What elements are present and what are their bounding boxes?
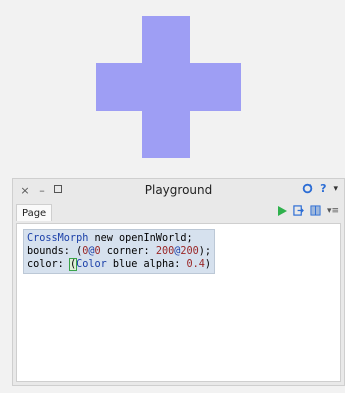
playground-window: × – Playground ? ▾ Page ▾≡ CrossMorph ne…: [12, 178, 345, 386]
code-editor[interactable]: CrossMorph new openInWorld; bounds: (0@0…: [16, 223, 341, 382]
window-menu-icon[interactable]: ▾: [333, 184, 338, 194]
more-menu-icon[interactable]: ▾≡: [327, 206, 339, 216]
close-icon[interactable]: ×: [20, 184, 30, 197]
play-icon[interactable]: [277, 205, 287, 216]
titlebar: × – Playground ? ▾: [13, 179, 344, 201]
code-token: 0.4: [186, 259, 205, 270]
window-title: Playground: [144, 183, 213, 197]
code-token: blue alpha:: [106, 259, 187, 270]
code-token: corner:: [100, 246, 156, 257]
inspect-icon[interactable]: [293, 205, 304, 216]
code-token: );: [198, 246, 212, 257]
code-token: Color: [76, 259, 107, 270]
cross-morph-bottom: [142, 111, 190, 158]
code-selection[interactable]: CrossMorph new openInWorld; bounds: (0@0…: [23, 229, 216, 274]
maximize-icon[interactable]: [54, 184, 62, 193]
code-token: new openInWorld;: [88, 233, 193, 244]
code-token: bounds: (: [27, 246, 83, 257]
help-icon[interactable]: ?: [320, 182, 326, 195]
code-token: 200: [155, 246, 175, 257]
columns-icon[interactable]: [310, 205, 321, 216]
tab-page[interactable]: Page: [16, 204, 53, 221]
code-token: ): [204, 259, 212, 270]
code-token: 200: [180, 246, 199, 257]
cross-morph-top: [142, 16, 190, 63]
minimize-icon[interactable]: –: [37, 184, 47, 197]
cross-morph-middle: [96, 63, 241, 111]
refresh-icon[interactable]: [302, 183, 313, 194]
code-token: color:: [27, 259, 70, 270]
code-token: CrossMorph: [27, 233, 89, 244]
toolbar: Page ▾≡: [13, 201, 344, 223]
